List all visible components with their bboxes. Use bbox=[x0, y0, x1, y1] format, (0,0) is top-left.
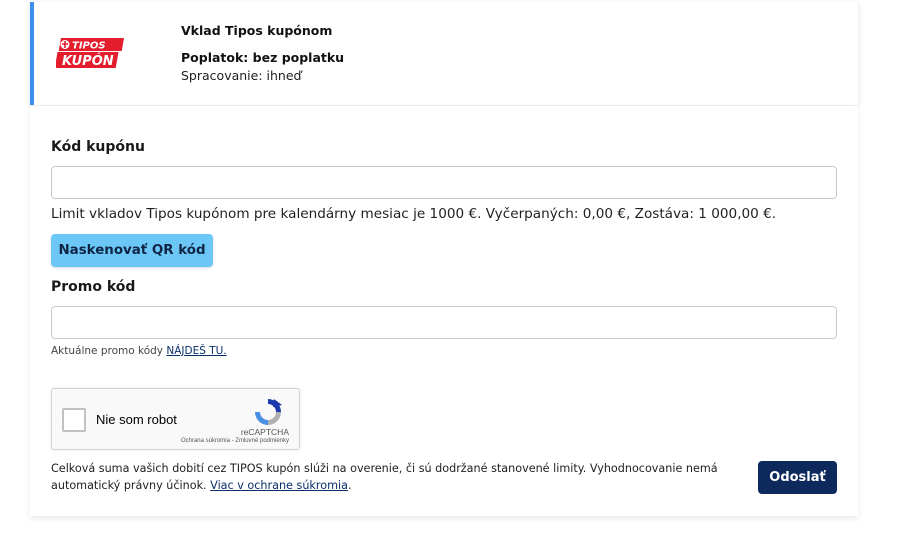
promo-hint: Aktuálne promo kódy NÁJDEŠ TU. bbox=[51, 345, 227, 357]
privacy-link[interactable]: Viac v ochrane súkromia bbox=[210, 479, 348, 492]
payment-method-card: TIPOS KUPÓN Vklad Tipos kupónom Poplatok… bbox=[30, 2, 858, 105]
processing-text: Spracovanie: ihneď bbox=[181, 68, 302, 83]
recaptcha-widget: Nie som robot reCAPTCHA Ochrana súkromia… bbox=[51, 388, 300, 450]
promo-codes-link[interactable]: NÁJDEŠ TU. bbox=[166, 345, 226, 357]
recaptcha-terms[interactable]: Ochrana súkromia - Zmluvné podmienky bbox=[181, 438, 289, 444]
recaptcha-brand: reCAPTCHA bbox=[240, 427, 289, 437]
tipos-kupon-logo: TIPOS KUPÓN bbox=[56, 38, 124, 68]
recaptcha-label: Nie som robot bbox=[96, 412, 177, 427]
scan-qr-button[interactable]: Naskenovať QR kód bbox=[51, 234, 213, 267]
promo-hint-text: Aktuálne promo kódy bbox=[51, 345, 164, 357]
fee-text: Poplatok: bez poplatku bbox=[181, 50, 345, 65]
deposit-form: Kód kupónu Limit vkladov Tipos kupónom p… bbox=[30, 106, 858, 516]
privacy-note: Celková suma vašich dobití cez TIPOS kup… bbox=[51, 460, 751, 494]
deposit-limit-text: Limit vkladov Tipos kupónom pre kalendár… bbox=[51, 206, 777, 222]
submit-button[interactable]: Odoslať bbox=[758, 461, 837, 494]
recaptcha-icon bbox=[255, 399, 282, 425]
payment-method-title: Vklad Tipos kupónom bbox=[181, 23, 333, 38]
svg-text:KUPÓN: KUPÓN bbox=[62, 53, 114, 68]
privacy-note-end: . bbox=[347, 479, 352, 492]
promo-code-input[interactable] bbox=[51, 306, 837, 339]
privacy-note-text: Celková suma vašich dobití cez TIPOS kup… bbox=[51, 462, 718, 492]
coupon-code-label: Kód kupónu bbox=[51, 139, 145, 155]
promo-code-label: Promo kód bbox=[51, 279, 136, 295]
payment-method-info: Vklad Tipos kupónom Poplatok: bez poplat… bbox=[181, 23, 344, 83]
coupon-code-input[interactable] bbox=[51, 166, 837, 199]
recaptcha-checkbox[interactable] bbox=[62, 408, 86, 432]
svg-text:TIPOS: TIPOS bbox=[72, 41, 106, 52]
